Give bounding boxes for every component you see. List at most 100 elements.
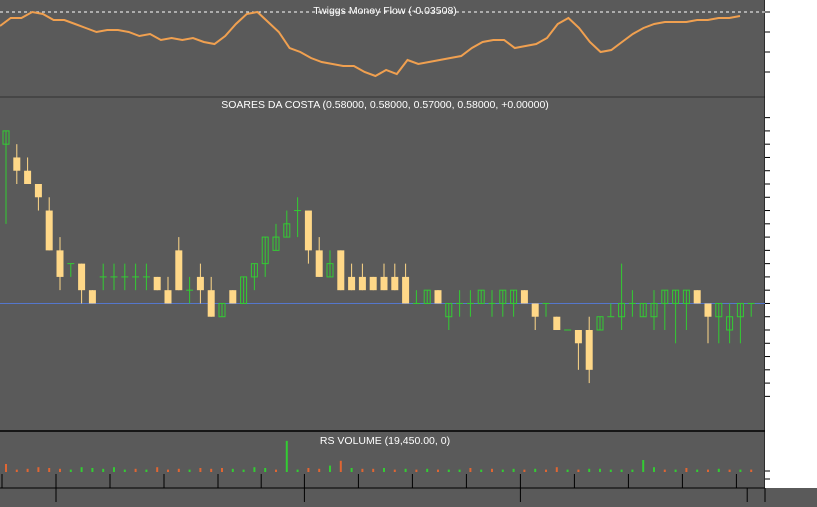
candle-body [45, 210, 53, 251]
candle [294, 197, 302, 238]
stock-chart: Twiggs Money Flow (-0.03508) SOARES DA C… [0, 0, 817, 502]
candle-body [358, 276, 366, 291]
candle [466, 290, 474, 317]
candle-body [337, 250, 345, 291]
candle [607, 303, 615, 318]
candle [218, 302, 226, 318]
candle [121, 263, 129, 291]
candle-body [380, 276, 388, 291]
candle-body [553, 316, 561, 330]
candle [304, 210, 312, 264]
candle [628, 290, 636, 317]
candle [682, 289, 690, 330]
candle [261, 236, 269, 277]
candle [240, 276, 248, 304]
candle [326, 250, 334, 278]
candle [585, 316, 593, 384]
candle [693, 290, 701, 304]
candle-body [56, 250, 64, 277]
candle [510, 289, 518, 317]
candle [24, 157, 32, 184]
candle-body [207, 290, 215, 317]
candle [315, 237, 323, 277]
candle-body [369, 276, 377, 291]
chart-svg: Twiggs Money Flow (-0.03508) SOARES DA C… [0, 0, 817, 502]
candle [369, 276, 377, 291]
candle [337, 250, 345, 291]
candle [488, 290, 496, 317]
candle-body [434, 290, 442, 304]
candle [272, 223, 280, 251]
candle-body [13, 157, 21, 171]
candle-body [304, 210, 312, 251]
candle-body [402, 276, 410, 304]
candle [99, 263, 107, 291]
candle [726, 303, 734, 344]
price-title: SOARES DA COSTA (0.58000, 0.58000, 0.570… [221, 99, 549, 111]
candle-body [24, 170, 32, 184]
candle [423, 289, 431, 304]
candle [715, 302, 723, 344]
candle [358, 263, 366, 291]
volume-title: RS VOLUME (19,450.00, 0) [320, 435, 450, 447]
candle [574, 330, 582, 370]
candle [348, 263, 356, 291]
candle [78, 263, 86, 304]
candle-body [315, 250, 323, 277]
candle-body [704, 303, 712, 317]
candle [13, 144, 21, 184]
grid-layer [0, 0, 766, 502]
candle-body [391, 276, 399, 291]
candle [639, 302, 647, 318]
candle [2, 130, 10, 224]
money-flow-panel [0, 10, 741, 78]
candle [229, 290, 237, 304]
candle-body [34, 184, 42, 198]
candle-body [520, 290, 528, 304]
y-axis-panel [765, 0, 817, 488]
candle-body [175, 250, 183, 291]
candle [553, 316, 561, 330]
candle-body [164, 290, 172, 304]
candle [391, 263, 399, 291]
candle [283, 210, 291, 238]
candle [456, 290, 464, 317]
candle [153, 276, 161, 291]
candle [531, 303, 539, 330]
candle-body [229, 290, 237, 304]
candle [45, 197, 53, 251]
candle [175, 237, 183, 291]
candle [477, 289, 485, 304]
candle [542, 302, 550, 317]
candle [196, 263, 204, 304]
candle [672, 289, 680, 344]
candle [445, 302, 453, 330]
price-panel [0, 130, 765, 384]
candle [250, 263, 258, 291]
candle-body [574, 330, 582, 344]
candle [186, 276, 194, 304]
candle [67, 263, 75, 277]
candle [618, 263, 626, 330]
candle [132, 263, 140, 291]
candle [402, 263, 410, 304]
candle [499, 289, 507, 317]
candle [142, 263, 150, 291]
candle [110, 263, 118, 291]
candle-body [196, 276, 204, 291]
candle [380, 263, 388, 291]
candle-body [348, 276, 356, 291]
candle-body [585, 330, 593, 370]
candle [520, 290, 528, 304]
candle-body [78, 263, 86, 291]
candle [164, 276, 172, 304]
candle [596, 316, 604, 331]
candle [207, 276, 215, 317]
candle [650, 290, 658, 330]
candle-body [531, 303, 539, 317]
candle [661, 289, 669, 330]
candle [434, 290, 442, 304]
candle [88, 290, 96, 304]
money-flow-title: Twiggs Money Flow (-0.03508) [313, 5, 457, 17]
money-flow-line [0, 10, 741, 78]
